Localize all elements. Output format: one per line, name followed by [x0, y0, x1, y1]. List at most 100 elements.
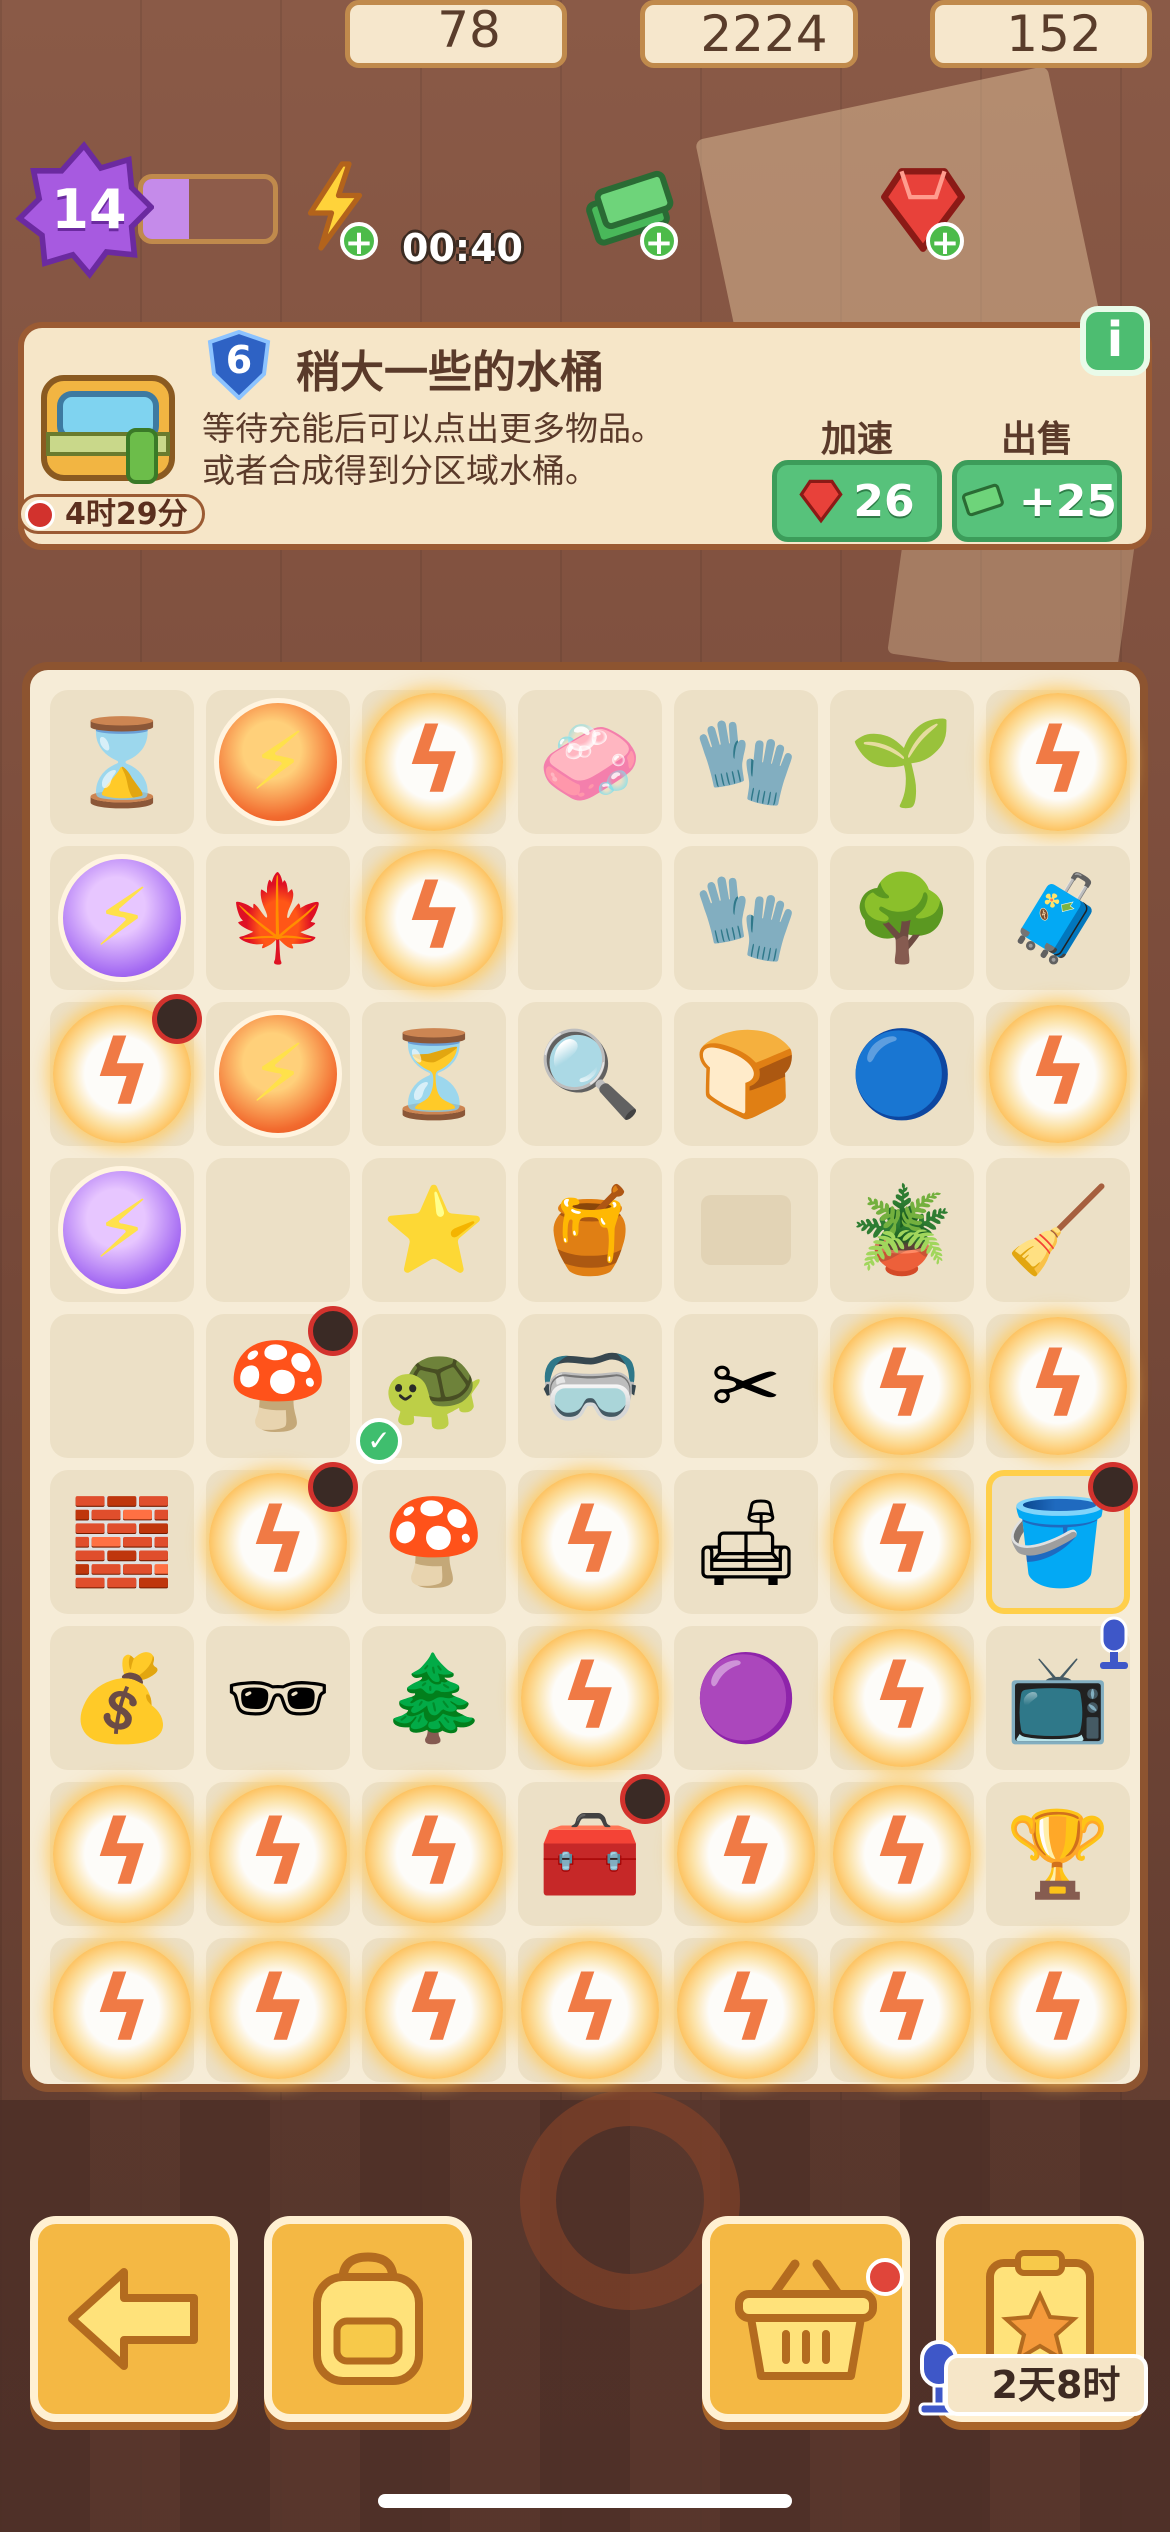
- gems-counter[interactable]: 152: [930, 0, 1152, 68]
- leaf-stencil-icon[interactable]: 🍁: [214, 854, 342, 982]
- board-cell[interactable]: [674, 1158, 818, 1302]
- board-cell[interactable]: ϟ: [986, 1938, 1130, 2082]
- board-cell[interactable]: ϟ: [674, 1938, 818, 2082]
- sprout-icon[interactable]: 🌱: [838, 698, 966, 826]
- trophy-icon[interactable]: 🏆: [994, 1790, 1122, 1918]
- board-cell[interactable]: ⚡: [50, 1158, 194, 1302]
- board-cell[interactable]: ϟ: [518, 1470, 662, 1614]
- board-cell[interactable]: 🌱: [830, 690, 974, 834]
- locked-bubble[interactable]: ϟ: [53, 1941, 191, 2079]
- locked-bubble[interactable]: ϟ: [521, 1629, 659, 1767]
- add-cash-icon[interactable]: +: [640, 222, 678, 260]
- bonsai-sapling-icon[interactable]: 🌳: [838, 854, 966, 982]
- locked-bubble[interactable]: ϟ: [521, 1941, 659, 2079]
- board-cell[interactable]: ⌛: [50, 690, 194, 834]
- locked-bubble[interactable]: ϟ: [833, 1941, 971, 2079]
- board-cell[interactable]: ϟ: [362, 1938, 506, 2082]
- board-cell[interactable]: ϟ: [830, 1470, 974, 1614]
- board-cell[interactable]: 🧤: [674, 846, 818, 990]
- speedup-button[interactable]: 26: [772, 460, 942, 542]
- locked-bubble[interactable]: ϟ: [989, 1005, 1127, 1143]
- hourglass-icon[interactable]: ⌛: [58, 698, 186, 826]
- board-cell[interactable]: ϟ: [362, 1782, 506, 1926]
- locked-bubble[interactable]: ϟ: [677, 1785, 815, 1923]
- shop-button[interactable]: [702, 2216, 910, 2422]
- board-cell[interactable]: ϟ: [206, 1462, 358, 1614]
- board-cell[interactable]: ϟ: [362, 846, 506, 990]
- folded-cloth-icon[interactable]: 🧳: [994, 854, 1122, 982]
- board-cell[interactable]: 🧼: [518, 690, 662, 834]
- locked-bubble[interactable]: ϟ: [209, 1941, 347, 2079]
- board-cell[interactable]: 🔍: [518, 1002, 662, 1146]
- locked-bubble[interactable]: ϟ: [989, 1941, 1127, 2079]
- blue-gem-icon[interactable]: 🔵: [838, 1010, 966, 1138]
- work-gloves-icon[interactable]: 🧤: [682, 854, 810, 982]
- seed-bag-icon[interactable]: 💰: [58, 1634, 186, 1762]
- board-cell[interactable]: ϟ: [50, 994, 202, 1146]
- board-cell[interactable]: ϟ: [518, 1938, 662, 2082]
- magnifier-icon[interactable]: 🔍: [526, 1010, 654, 1138]
- board-cell[interactable]: [206, 1158, 350, 1302]
- locked-bubble[interactable]: ϟ: [989, 1317, 1127, 1455]
- board-cell[interactable]: 🏆: [986, 1782, 1130, 1926]
- sell-button[interactable]: +25: [952, 460, 1122, 542]
- home-indicator[interactable]: [378, 2494, 792, 2508]
- add-energy-icon[interactable]: +: [340, 222, 378, 260]
- board-cell[interactable]: ⚡: [206, 690, 350, 834]
- locked-bubble[interactable]: ϟ: [833, 1473, 971, 1611]
- board-cell[interactable]: 🪣: [986, 1462, 1138, 1614]
- board-cell[interactable]: ϟ: [830, 1782, 974, 1926]
- board-cell[interactable]: 📺: [986, 1616, 1130, 1770]
- energy-counter[interactable]: 78: [345, 0, 567, 68]
- board-cell[interactable]: ⚡: [50, 846, 194, 990]
- board-cell[interactable]: ✂: [674, 1314, 818, 1458]
- garden-rake-icon[interactable]: 🧹: [994, 1166, 1122, 1294]
- board-cell[interactable]: 🍁: [206, 846, 350, 990]
- board-cell[interactable]: 🕶: [206, 1626, 350, 1770]
- board-cell[interactable]: 🧱: [50, 1470, 194, 1614]
- locked-bubble[interactable]: ϟ: [833, 1785, 971, 1923]
- board-cell[interactable]: 🛋: [674, 1470, 818, 1614]
- board-cell[interactable]: ϟ: [206, 1938, 350, 2082]
- board-cell[interactable]: 🍄: [362, 1470, 506, 1614]
- purple-slime-icon[interactable]: 🟣: [682, 1634, 810, 1762]
- sunglasses-icon[interactable]: 🕶: [214, 1634, 342, 1762]
- board-cell[interactable]: 🍯: [518, 1158, 662, 1302]
- back-button[interactable]: [30, 2216, 238, 2422]
- locked-bubble[interactable]: ϟ: [53, 1785, 191, 1923]
- board-cell[interactable]: 🌲: [362, 1626, 506, 1770]
- board-cell[interactable]: 🧹: [986, 1158, 1130, 1302]
- cash-counter[interactable]: 2224: [640, 0, 858, 68]
- board-cell[interactable]: 🍞: [674, 1002, 818, 1146]
- soap-icon[interactable]: 🧼: [526, 698, 654, 826]
- board-cell[interactable]: 🍄: [206, 1306, 358, 1458]
- board-cell[interactable]: ϟ: [206, 1782, 350, 1926]
- locked-bubble[interactable]: ϟ: [365, 693, 503, 831]
- energy-orb-icon[interactable]: ⚡: [214, 1010, 342, 1138]
- potted-plant-icon[interactable]: 🪴: [838, 1166, 966, 1294]
- board-cell[interactable]: 🧤: [674, 690, 818, 834]
- board-cell[interactable]: 🌳: [830, 846, 974, 990]
- board-cell[interactable]: ⚡: [206, 1002, 350, 1146]
- info-button[interactable]: i: [1080, 306, 1150, 376]
- board-cell[interactable]: ⭐: [362, 1158, 506, 1302]
- board-cell[interactable]: ϟ: [830, 1626, 974, 1770]
- board-cell[interactable]: ϟ: [830, 1938, 974, 2082]
- pruning-shears-icon[interactable]: ✂: [682, 1322, 810, 1450]
- backpack-button[interactable]: [264, 2216, 472, 2422]
- mushroom-lamp-icon[interactable]: 🍄: [370, 1478, 498, 1606]
- board-cell[interactable]: [518, 846, 662, 990]
- board-cell[interactable]: 🥽: [518, 1314, 662, 1458]
- honey-jar-icon[interactable]: 🍯: [526, 1166, 654, 1294]
- board-cell[interactable]: ϟ: [518, 1626, 662, 1770]
- board-cell[interactable]: 💰: [50, 1626, 194, 1770]
- goggles-icon[interactable]: 🥽: [526, 1322, 654, 1450]
- grass-cushion-icon[interactable]: 🛋: [682, 1478, 810, 1606]
- locked-bubble[interactable]: ϟ: [833, 1629, 971, 1767]
- board-cell[interactable]: ϟ: [830, 1314, 974, 1458]
- board-cell[interactable]: ϟ: [674, 1782, 818, 1926]
- board-cell[interactable]: 🧰: [518, 1774, 670, 1926]
- board-cell[interactable]: ϟ: [50, 1782, 194, 1926]
- bonsai-tree-icon[interactable]: 🌲: [370, 1634, 498, 1762]
- energy-orb-purple-icon[interactable]: ⚡: [58, 1166, 186, 1294]
